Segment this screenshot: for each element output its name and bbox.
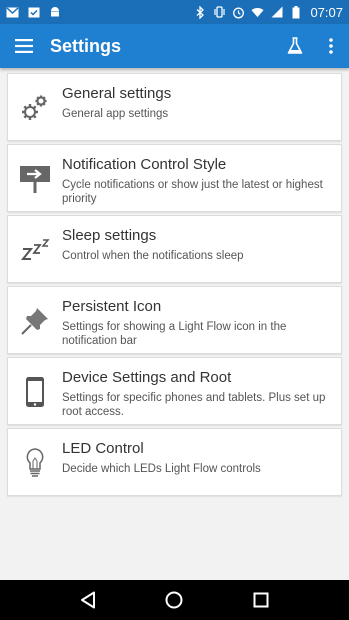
- vibrate-icon: [213, 6, 226, 19]
- bluetooth-icon: [194, 5, 207, 19]
- settings-item-persistent-icon[interactable]: Persistent Icon Settings for showing a L…: [7, 286, 342, 354]
- home-icon[interactable]: [154, 580, 194, 620]
- battery-icon: [289, 5, 302, 19]
- status-bar: 07:07: [0, 0, 349, 24]
- settings-item-subtitle: Cycle notifications or show just the lat…: [62, 179, 323, 205]
- settings-item-title: Notification Control Style: [62, 156, 227, 173]
- settings-item-subtitle: Decide which LEDs Light Flow controls: [62, 463, 261, 475]
- settings-item-sleep[interactable]: Sleep settings Control when the notifica…: [7, 215, 342, 283]
- gears-icon: [8, 86, 62, 130]
- pushpin-icon: [8, 299, 62, 343]
- phone-icon: [8, 370, 62, 414]
- app-bar: Settings: [0, 24, 349, 68]
- settings-item-led-control[interactable]: LED Control Decide which LEDs Light Flow…: [7, 428, 342, 496]
- settings-item-notification-control-style[interactable]: Notification Control Style Cycle notific…: [7, 144, 342, 212]
- sign-arrow-icon: [8, 157, 62, 201]
- gmail-icon: [6, 6, 19, 19]
- page-title: Settings: [50, 35, 122, 56]
- settings-item-subtitle: Settings for specific phones and tablets…: [62, 392, 326, 418]
- alarm-icon: [232, 6, 245, 19]
- settings-list: General settings General app settings No…: [0, 68, 349, 580]
- overflow-menu-icon[interactable]: [313, 24, 349, 68]
- hamburger-menu-icon[interactable]: [0, 24, 48, 68]
- settings-item-subtitle: General app settings: [62, 108, 169, 120]
- android-icon: [48, 6, 61, 19]
- status-time: 07:07: [310, 4, 343, 20]
- flask-icon[interactable]: [277, 24, 313, 68]
- settings-item-subtitle: Settings for showing a Light Flow icon i…: [62, 321, 287, 347]
- settings-item-title: Device Settings and Root: [62, 369, 232, 386]
- signal-icon: [270, 6, 283, 19]
- settings-item-title: Persistent Icon: [62, 298, 162, 315]
- navigation-bar: [0, 580, 349, 620]
- settings-item-title: General settings: [62, 85, 172, 102]
- settings-item-subtitle: Control when the notifications sleep: [62, 250, 244, 262]
- settings-item-general[interactable]: General settings General app settings: [7, 73, 342, 141]
- settings-item-title: LED Control: [62, 440, 144, 457]
- back-icon[interactable]: [68, 580, 108, 620]
- lightbulb-icon: [8, 441, 62, 485]
- settings-item-device-settings-and-root[interactable]: Device Settings and Root Settings for sp…: [7, 357, 342, 425]
- settings-item-title: Sleep settings: [62, 227, 157, 244]
- zzz-icon: [8, 228, 62, 272]
- wifi-icon: [251, 6, 264, 19]
- calendar-icon: [27, 6, 40, 19]
- recents-icon[interactable]: [241, 580, 281, 620]
